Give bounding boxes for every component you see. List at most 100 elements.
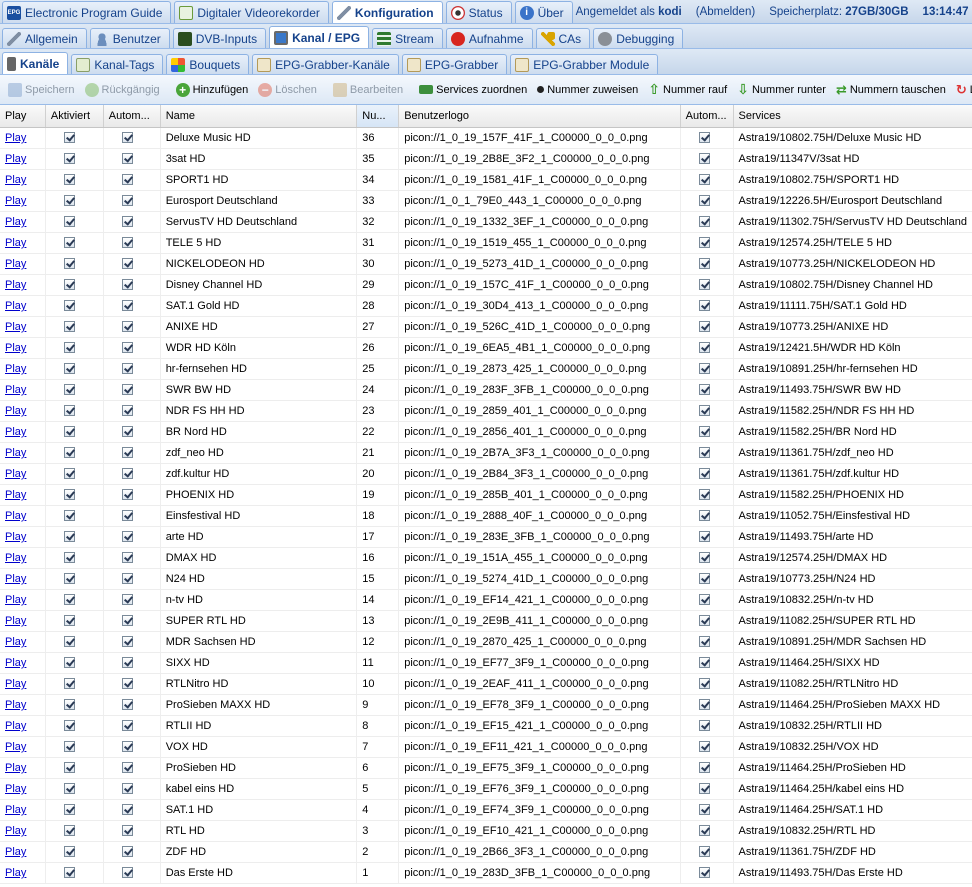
table-row[interactable]: Play TELE 5 HD 31 picon://1_0_19_1519_455_1…: [0, 233, 972, 254]
epgauto-checkbox[interactable]: [698, 174, 710, 185]
enabled-checkbox[interactable]: [63, 447, 75, 458]
enabled-checkbox[interactable]: [63, 720, 75, 731]
table-row[interactable]: Play Einsfestival HD 18 picon://1_0_19_2888…: [0, 506, 972, 527]
table-row[interactable]: Play ANIXE HD 27 picon://1_0_19_526C_41D_1_…: [0, 317, 972, 338]
epgauto-checkbox[interactable]: [698, 237, 710, 248]
play-link[interactable]: Play: [5, 594, 26, 606]
table-row[interactable]: Play NDR FS HH HD 23 picon://1_0_19_2859_40…: [0, 401, 972, 422]
table-row[interactable]: Play MDR Sachsen HD 12 picon://1_0_19_2870_…: [0, 632, 972, 653]
tab-stream[interactable]: Stream: [372, 28, 443, 48]
play-link[interactable]: Play: [5, 153, 26, 165]
table-row[interactable]: Play SUPER RTL HD 13 picon://1_0_19_2E9B_41…: [0, 611, 972, 632]
enabled-checkbox[interactable]: [63, 489, 75, 500]
column-header-play[interactable]: Play: [0, 105, 46, 127]
column-header-epgauto[interactable]: Autom...: [681, 105, 734, 127]
play-link[interactable]: Play: [5, 573, 26, 585]
enabled-checkbox[interactable]: [63, 300, 75, 311]
table-row[interactable]: Play ServusTV HD Deutschland 32 picon://1_0…: [0, 212, 972, 233]
epgauto-checkbox[interactable]: [698, 783, 710, 794]
play-link[interactable]: Play: [5, 426, 26, 438]
epgauto-checkbox[interactable]: [698, 321, 710, 332]
table-row[interactable]: Play RTLNitro HD 10 picon://1_0_19_2EAF_411…: [0, 674, 972, 695]
enabled-checkbox[interactable]: [63, 321, 75, 332]
epgauto-checkbox[interactable]: [698, 153, 710, 164]
autoname-checkbox[interactable]: [121, 426, 133, 437]
play-link[interactable]: Play: [5, 174, 26, 186]
autoname-checkbox[interactable]: [121, 447, 133, 458]
load-button[interactable]: ↻Lo: [952, 79, 972, 101]
epgauto-checkbox[interactable]: [698, 615, 710, 626]
play-link[interactable]: Play: [5, 552, 26, 564]
table-row[interactable]: Play Deluxe Music HD 36 picon://1_0_19_157F…: [0, 128, 972, 149]
epgauto-checkbox[interactable]: [698, 552, 710, 563]
enabled-checkbox[interactable]: [63, 363, 75, 374]
epgauto-checkbox[interactable]: [698, 531, 710, 542]
tab-cas[interactable]: CAs: [535, 28, 591, 48]
table-row[interactable]: Play Eurosport Deutschland 33 picon://1_0_1…: [0, 191, 972, 212]
tab-status[interactable]: Status: [445, 1, 512, 23]
table-row[interactable]: Play SAT.1 Gold HD 28 picon://1_0_19_30D4_4…: [0, 296, 972, 317]
autoname-checkbox[interactable]: [121, 699, 133, 710]
number-down-button[interactable]: ⇩ Nummer runter: [733, 79, 830, 101]
epgauto-checkbox[interactable]: [698, 678, 710, 689]
epgauto-checkbox[interactable]: [698, 426, 710, 437]
table-row[interactable]: Play DMAX HD 16 picon://1_0_19_151A_455_1_C…: [0, 548, 972, 569]
autoname-checkbox[interactable]: [121, 846, 133, 857]
tab-debugging[interactable]: Debugging: [593, 28, 684, 48]
autoname-checkbox[interactable]: [121, 615, 133, 626]
epgauto-checkbox[interactable]: [698, 657, 710, 668]
epgauto-checkbox[interactable]: [698, 720, 710, 731]
table-row[interactable]: Play N24 HD 15 picon://1_0_19_5274_41D_1_C0…: [0, 569, 972, 590]
autoname-checkbox[interactable]: [121, 258, 133, 269]
enabled-checkbox[interactable]: [63, 867, 75, 878]
play-link[interactable]: Play: [5, 741, 26, 753]
autoname-checkbox[interactable]: [121, 132, 133, 143]
enabled-checkbox[interactable]: [63, 258, 75, 269]
logout-link[interactable]: (Abmelden): [696, 6, 755, 18]
tab-bouquets[interactable]: Bouquets: [166, 54, 250, 74]
epgauto-checkbox[interactable]: [698, 846, 710, 857]
table-row[interactable]: Play SWR BW HD 24 picon://1_0_19_283F_3FB_1…: [0, 380, 972, 401]
epgauto-checkbox[interactable]: [698, 867, 710, 878]
play-link[interactable]: Play: [5, 342, 26, 354]
epgauto-checkbox[interactable]: [698, 447, 710, 458]
autoname-checkbox[interactable]: [121, 741, 133, 752]
swap-numbers-button[interactable]: ⇄ Nummern tauschen: [832, 79, 950, 101]
table-row[interactable]: Play NICKELODEON HD 30 picon://1_0_19_5273_…: [0, 254, 972, 275]
number-up-button[interactable]: ⇧ Nummer rauf: [644, 79, 731, 101]
enabled-checkbox[interactable]: [63, 552, 75, 563]
enabled-checkbox[interactable]: [63, 678, 75, 689]
play-link[interactable]: Play: [5, 636, 26, 648]
enabled-checkbox[interactable]: [63, 699, 75, 710]
tab-kanaele[interactable]: Kanäle: [2, 52, 69, 74]
enabled-checkbox[interactable]: [63, 741, 75, 752]
column-header-icon[interactable]: Benutzerlogo: [399, 105, 681, 127]
epgauto-checkbox[interactable]: [698, 384, 710, 395]
table-row[interactable]: Play PHOENIX HD 19 picon://1_0_19_285B_401_…: [0, 485, 972, 506]
play-link[interactable]: Play: [5, 531, 26, 543]
table-row[interactable]: Play arte HD 17 picon://1_0_19_283E_3FB_1_C…: [0, 527, 972, 548]
tab-dvb-inputs[interactable]: DVB-Inputs: [172, 28, 267, 48]
delete-button[interactable]: − Löschen: [254, 79, 321, 101]
epgauto-checkbox[interactable]: [698, 699, 710, 710]
play-link[interactable]: Play: [5, 657, 26, 669]
enabled-checkbox[interactable]: [63, 846, 75, 857]
add-button[interactable]: + Hinzufügen: [172, 79, 253, 101]
save-button[interactable]: Speichern: [4, 79, 79, 101]
enabled-checkbox[interactable]: [63, 132, 75, 143]
edit-button[interactable]: Bearbeiten: [329, 79, 407, 101]
enabled-checkbox[interactable]: [63, 153, 75, 164]
autoname-checkbox[interactable]: [121, 762, 133, 773]
enabled-checkbox[interactable]: [63, 510, 75, 521]
autoname-checkbox[interactable]: [121, 825, 133, 836]
tab-konfiguration[interactable]: Konfiguration: [331, 1, 443, 23]
table-row[interactable]: Play ProSieben HD 6 picon://1_0_19_EF75_3F9…: [0, 758, 972, 779]
column-header-name[interactable]: Name: [161, 105, 358, 127]
table-row[interactable]: Play SPORT1 HD 34 picon://1_0_19_1581_41F_1…: [0, 170, 972, 191]
play-link[interactable]: Play: [5, 258, 26, 270]
tab-kanal-tags[interactable]: Kanal-Tags: [71, 54, 164, 74]
play-link[interactable]: Play: [5, 468, 26, 480]
epgauto-checkbox[interactable]: [698, 573, 710, 584]
autoname-checkbox[interactable]: [121, 321, 133, 332]
play-link[interactable]: Play: [5, 678, 26, 690]
